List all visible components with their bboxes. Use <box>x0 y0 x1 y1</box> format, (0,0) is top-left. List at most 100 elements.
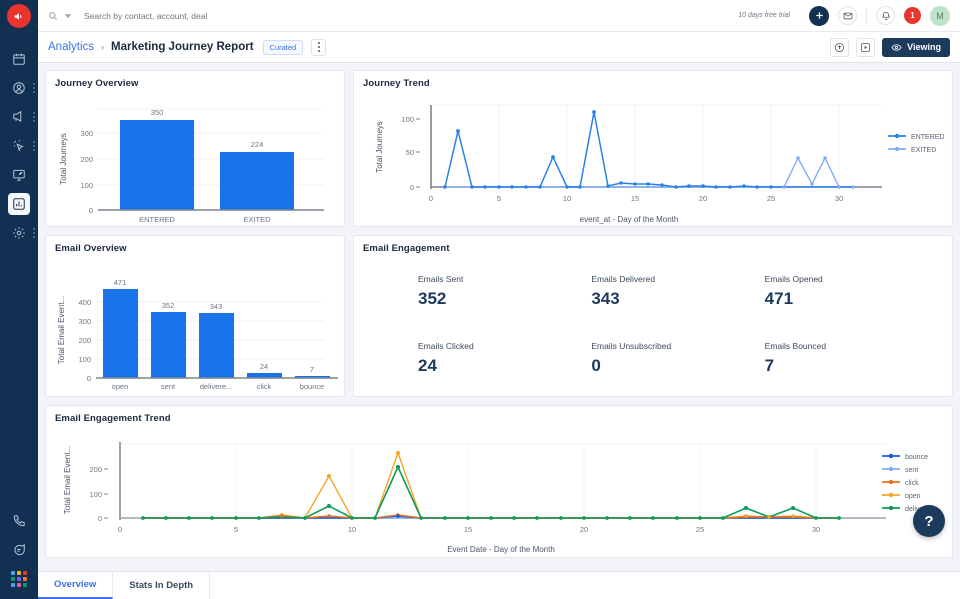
svg-text:30: 30 <box>835 194 843 203</box>
status-badge[interactable]: Curated <box>263 40 304 55</box>
app-logo[interactable] <box>7 4 31 28</box>
click-spark-icon <box>8 135 30 157</box>
kpi-value: 7 <box>765 356 938 376</box>
svg-text:15: 15 <box>631 194 639 203</box>
svg-text:delivere...: delivere... <box>200 382 233 391</box>
viewing-button[interactable]: Viewing <box>882 38 950 57</box>
chart-legend: bounce sent click open delivered <box>882 454 934 513</box>
rail-bottom-items <box>0 506 38 593</box>
svg-text:200: 200 <box>78 336 91 345</box>
kpi-emails-delivered: Emails Delivered 343 <box>591 264 764 309</box>
viewing-label: Viewing <box>907 42 941 52</box>
svg-text:sent: sent <box>905 467 918 474</box>
kpi-grid: Emails Sent 352 Emails Delivered 343 Ema… <box>354 254 952 394</box>
eye-icon <box>891 42 902 53</box>
svg-text:5: 5 <box>234 525 238 534</box>
svg-text:100: 100 <box>80 181 93 190</box>
chart-legend: ENTERED EXITED <box>888 134 944 154</box>
app-root: 10 days free trial 1 M Analytics › Marke… <box>0 0 960 599</box>
sidebar-item-calls[interactable] <box>0 506 38 535</box>
sidebar-item-content[interactable] <box>0 160 38 189</box>
kebab-menu-icon[interactable] <box>311 39 326 56</box>
search-icon <box>48 11 58 21</box>
monitor-edit-icon <box>8 164 30 186</box>
share-upload-icon[interactable] <box>830 38 849 57</box>
kpi-value: 24 <box>418 356 591 376</box>
kpi-value: 343 <box>591 289 764 309</box>
mail-button[interactable] <box>838 6 857 25</box>
card-email-engagement-trend: Email Engagement Trend Total Email Event… <box>45 405 953 558</box>
rail-overflow-dots[interactable] <box>33 83 35 93</box>
svg-text:100: 100 <box>78 355 91 364</box>
breadcrumb-bar: Analytics › Marketing Journey Report Cur… <box>38 32 960 63</box>
card-email-overview: Email Overview 400 300 200 100 0 Total E… <box>45 235 345 397</box>
svg-text:Total Journeys: Total Journeys <box>59 133 68 185</box>
trial-status-text: 10 days free trial <box>738 12 790 19</box>
breadcrumb-parent-link[interactable]: Analytics <box>48 41 94 53</box>
svg-text:20: 20 <box>580 525 588 534</box>
kpi-label: Emails Clicked <box>418 341 591 351</box>
report-actions: Viewing <box>830 38 950 57</box>
x-axis-title: Event Type <box>46 396 344 397</box>
rail-overflow-dots[interactable] <box>33 141 35 151</box>
svg-text:open: open <box>112 382 129 391</box>
svg-text:343: 343 <box>210 302 223 311</box>
svg-text:0: 0 <box>98 514 102 523</box>
sidebar-item-calendar[interactable] <box>0 44 38 73</box>
sidebar-item-marketing[interactable] <box>0 102 38 131</box>
svg-text:224: 224 <box>251 140 264 149</box>
card-title: Email Engagement Trend <box>46 406 952 424</box>
chevron-down-icon[interactable] <box>64 12 72 20</box>
kpi-value: 352 <box>418 289 591 309</box>
dashboard-row-2: Email Overview 400 300 200 100 0 Total E… <box>45 235 953 397</box>
svg-text:25: 25 <box>696 525 704 534</box>
sidebar-item-analytics[interactable] <box>0 189 38 218</box>
notification-badge[interactable]: 1 <box>904 7 921 24</box>
svg-text:bounce: bounce <box>300 382 325 391</box>
rail-overflow-dots[interactable] <box>33 228 35 238</box>
avatar[interactable]: M <box>930 6 950 26</box>
sidebar-item-chat[interactable] <box>0 535 38 564</box>
tab-stats-in-depth[interactable]: Stats In Depth <box>113 572 210 599</box>
svg-text:10: 10 <box>563 194 571 203</box>
kpi-emails-bounced: Emails Bounced 7 <box>765 309 938 376</box>
kpi-emails-clicked: Emails Clicked 24 <box>418 309 591 376</box>
help-button[interactable]: ? <box>913 505 945 537</box>
sidebar-item-settings[interactable] <box>0 218 38 247</box>
sidebar-item-automation[interactable] <box>0 131 38 160</box>
card-journey-overview: Journey Overview 300 200 100 0 Total Jou… <box>45 70 345 227</box>
svg-text:EXITED: EXITED <box>243 215 271 224</box>
global-search[interactable] <box>48 11 738 21</box>
kpi-label: Emails Delivered <box>591 274 764 284</box>
app-grid-icon <box>11 571 27 587</box>
svg-text:click: click <box>905 480 919 487</box>
alert-button[interactable] <box>876 6 895 25</box>
search-input[interactable] <box>78 11 338 21</box>
svg-text:7: 7 <box>310 365 314 374</box>
journey-overview-chart: 300 200 100 0 Total Journeys 350 224 ENT… <box>46 89 344 227</box>
topbar-actions: 10 days free trial 1 M <box>738 6 950 26</box>
tab-overview[interactable]: Overview <box>38 572 113 599</box>
sidebar-item-contacts[interactable] <box>0 73 38 102</box>
kpi-value: 0 <box>591 356 764 376</box>
svg-text:Total Email Event...: Total Email Event... <box>63 446 72 514</box>
svg-text:Total Email Event...: Total Email Event... <box>57 296 66 364</box>
svg-text:0: 0 <box>89 206 93 215</box>
svg-text:200: 200 <box>80 155 93 164</box>
svg-text:bounce: bounce <box>905 454 928 461</box>
svg-text:400: 400 <box>78 298 91 307</box>
play-box-icon[interactable] <box>856 38 875 57</box>
sidebar-item-apps[interactable] <box>0 564 38 593</box>
divider <box>866 8 867 24</box>
kpi-emails-sent: Emails Sent 352 <box>418 264 591 309</box>
add-button[interactable] <box>809 6 829 26</box>
left-nav-rail <box>0 0 38 599</box>
svg-text:0: 0 <box>118 525 122 534</box>
svg-text:200: 200 <box>89 465 102 474</box>
svg-text:Total Journeys: Total Journeys <box>375 121 384 173</box>
card-email-engagement: Email Engagement Emails Sent 352 Emails … <box>353 235 953 397</box>
rail-overflow-dots[interactable] <box>33 112 35 122</box>
svg-text:EXITED: EXITED <box>911 147 936 154</box>
kpi-label: Emails Bounced <box>765 341 938 351</box>
kpi-value: 471 <box>765 289 938 309</box>
